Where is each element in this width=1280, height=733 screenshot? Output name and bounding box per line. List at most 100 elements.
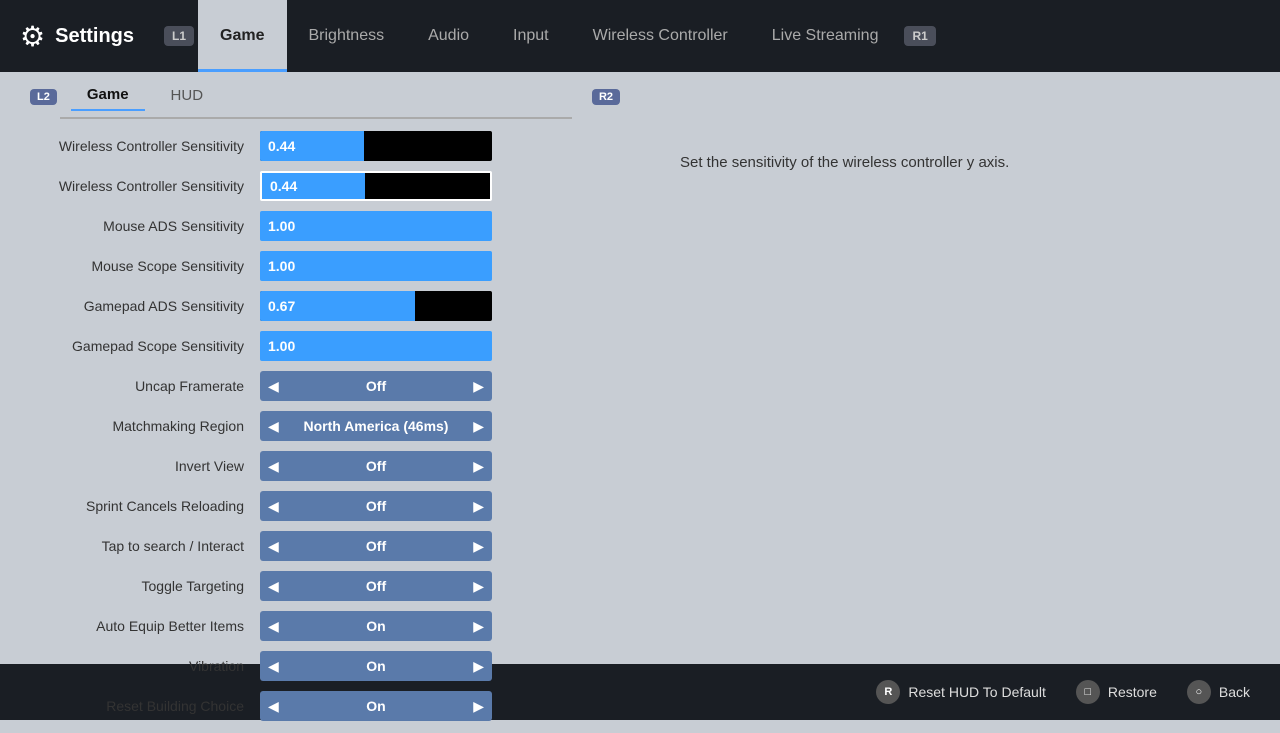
arrow-right-icon[interactable]: ▶ [465, 578, 492, 595]
reset-label: Reset HUD To Default [908, 684, 1045, 700]
arrow-right-icon[interactable]: ▶ [465, 538, 492, 555]
description-text: Set the sensitivity of the wireless cont… [680, 152, 1240, 175]
setting-label: Mouse ADS Sensitivity [20, 218, 260, 234]
setting-label: Wireless Controller Sensitivity [20, 178, 260, 194]
arrow-left-icon[interactable]: ◀ [260, 658, 287, 675]
back-icon: ○ [1187, 680, 1211, 704]
reset-icon: R [876, 680, 900, 704]
setting-label: Gamepad ADS Sensitivity [20, 298, 260, 314]
setting-row: Uncap Framerate◀Off▶ [20, 369, 620, 403]
nav-tab-streaming[interactable]: Live Streaming [750, 0, 901, 72]
setting-row: Sprint Cancels Reloading◀Off▶ [20, 489, 620, 523]
arrow-left-icon[interactable]: ◀ [260, 498, 287, 515]
setting-label: Matchmaking Region [20, 418, 260, 434]
right-panel: Set the sensitivity of the wireless cont… [640, 72, 1280, 664]
setting-row: Matchmaking Region◀North America (46ms)▶ [20, 409, 620, 443]
setting-control[interactable]: 1.00 [260, 331, 620, 361]
arrow-left-icon[interactable]: ◀ [260, 458, 287, 475]
setting-label: Auto Equip Better Items [20, 618, 260, 634]
arrow-left-icon[interactable]: ◀ [260, 418, 287, 435]
restore-label: Restore [1108, 684, 1157, 700]
arrow-right-icon[interactable]: ▶ [465, 418, 492, 435]
nav-tab-wireless[interactable]: Wireless Controller [571, 0, 750, 72]
setting-label: Reset Building Choice [20, 698, 260, 714]
toggle-value: North America (46ms) [287, 418, 465, 434]
toggle-value: Off [287, 578, 465, 594]
arrow-left-icon[interactable]: ◀ [260, 578, 287, 595]
arrow-right-icon[interactable]: ▶ [465, 658, 492, 675]
setting-control[interactable]: ◀Off▶ [260, 531, 620, 561]
setting-control[interactable]: ◀Off▶ [260, 451, 620, 481]
setting-control[interactable]: ◀On▶ [260, 651, 620, 681]
sub-tabs-container: L2 Game HUD R2 [0, 72, 640, 117]
gear-icon: ⚙ [20, 20, 45, 53]
nav-tab-brightness[interactable]: Brightness [287, 0, 407, 72]
l2-badge: L2 [30, 89, 57, 105]
back-button[interactable]: ○ Back [1187, 680, 1250, 704]
toggle-value: Off [287, 538, 465, 554]
toggle-value: On [287, 618, 465, 634]
setting-label: Toggle Targeting [20, 578, 260, 594]
setting-row: Mouse ADS Sensitivity1.00 [20, 209, 620, 243]
nav-tab-audio[interactable]: Audio [406, 0, 491, 72]
setting-control[interactable]: ◀Off▶ [260, 571, 620, 601]
back-label: Back [1219, 684, 1250, 700]
setting-row: Vibration◀On▶ [20, 649, 620, 683]
nav-tab-input[interactable]: Input [491, 0, 571, 72]
arrow-right-icon[interactable]: ▶ [465, 498, 492, 515]
r1-badge: R1 [904, 26, 935, 46]
nav-tabs: L1 Game Brightness Audio Input Wireless … [164, 0, 1260, 72]
setting-row: Tap to search / Interact◀Off▶ [20, 529, 620, 563]
setting-row: Gamepad Scope Sensitivity1.00 [20, 329, 620, 363]
setting-control[interactable]: ◀On▶ [260, 691, 620, 721]
setting-control[interactable]: ◀North America (46ms)▶ [260, 411, 620, 441]
setting-control[interactable]: 1.00 [260, 211, 620, 241]
setting-label: Tap to search / Interact [20, 538, 260, 554]
top-nav: ⚙ Settings L1 Game Brightness Audio Inpu… [0, 0, 1280, 72]
setting-label: Invert View [20, 458, 260, 474]
setting-control[interactable]: ◀On▶ [260, 611, 620, 641]
arrow-left-icon[interactable]: ◀ [260, 698, 287, 715]
setting-label: Wireless Controller Sensitivity [20, 138, 260, 154]
arrow-right-icon[interactable]: ▶ [465, 618, 492, 635]
toggle-value: Off [287, 378, 465, 394]
setting-control[interactable]: 0.67 [260, 291, 620, 321]
restore-icon: □ [1076, 680, 1100, 704]
setting-control[interactable]: 0.44 [260, 131, 620, 161]
arrow-left-icon[interactable]: ◀ [260, 538, 287, 555]
app-title: Settings [55, 25, 134, 48]
setting-label: Uncap Framerate [20, 378, 260, 394]
setting-row: Gamepad ADS Sensitivity0.67 [20, 289, 620, 323]
setting-label: Gamepad Scope Sensitivity [20, 338, 260, 354]
arrow-left-icon[interactable]: ◀ [260, 378, 287, 395]
setting-row: Wireless Controller Sensitivity0.44 [20, 129, 620, 163]
arrow-right-icon[interactable]: ▶ [465, 458, 492, 475]
setting-row: Invert View◀Off▶ [20, 449, 620, 483]
setting-control[interactable]: ◀Off▶ [260, 371, 620, 401]
sub-tab-divider [60, 117, 572, 119]
setting-row: Auto Equip Better Items◀On▶ [20, 609, 620, 643]
settings-list: Wireless Controller Sensitivity0.44Wirel… [0, 125, 640, 733]
arrow-left-icon[interactable]: ◀ [260, 618, 287, 635]
setting-row: Mouse Scope Sensitivity1.00 [20, 249, 620, 283]
arrow-right-icon[interactable]: ▶ [465, 378, 492, 395]
setting-row: Toggle Targeting◀Off▶ [20, 569, 620, 603]
l1-badge: L1 [164, 26, 194, 46]
main-content: L2 Game HUD R2 Wireless Controller Sensi… [0, 72, 1280, 664]
setting-label: Sprint Cancels Reloading [20, 498, 260, 514]
setting-label: Vibration [20, 658, 260, 674]
arrow-right-icon[interactable]: ▶ [465, 698, 492, 715]
toggle-value: On [287, 698, 465, 714]
toggle-value: Off [287, 458, 465, 474]
r2-badge: R2 [592, 89, 620, 105]
setting-control[interactable]: 1.00 [260, 251, 620, 281]
restore-button[interactable]: □ Restore [1076, 680, 1157, 704]
settings-logo: ⚙ Settings [20, 20, 134, 53]
reset-hud-button[interactable]: R Reset HUD To Default [876, 680, 1045, 704]
sub-tab-hud[interactable]: HUD [155, 83, 220, 110]
sub-tab-game[interactable]: Game [71, 82, 145, 111]
setting-control[interactable]: 0.44 [260, 171, 620, 201]
nav-tab-game[interactable]: Game [198, 0, 286, 72]
setting-control[interactable]: ◀Off▶ [260, 491, 620, 521]
toggle-value: Off [287, 498, 465, 514]
